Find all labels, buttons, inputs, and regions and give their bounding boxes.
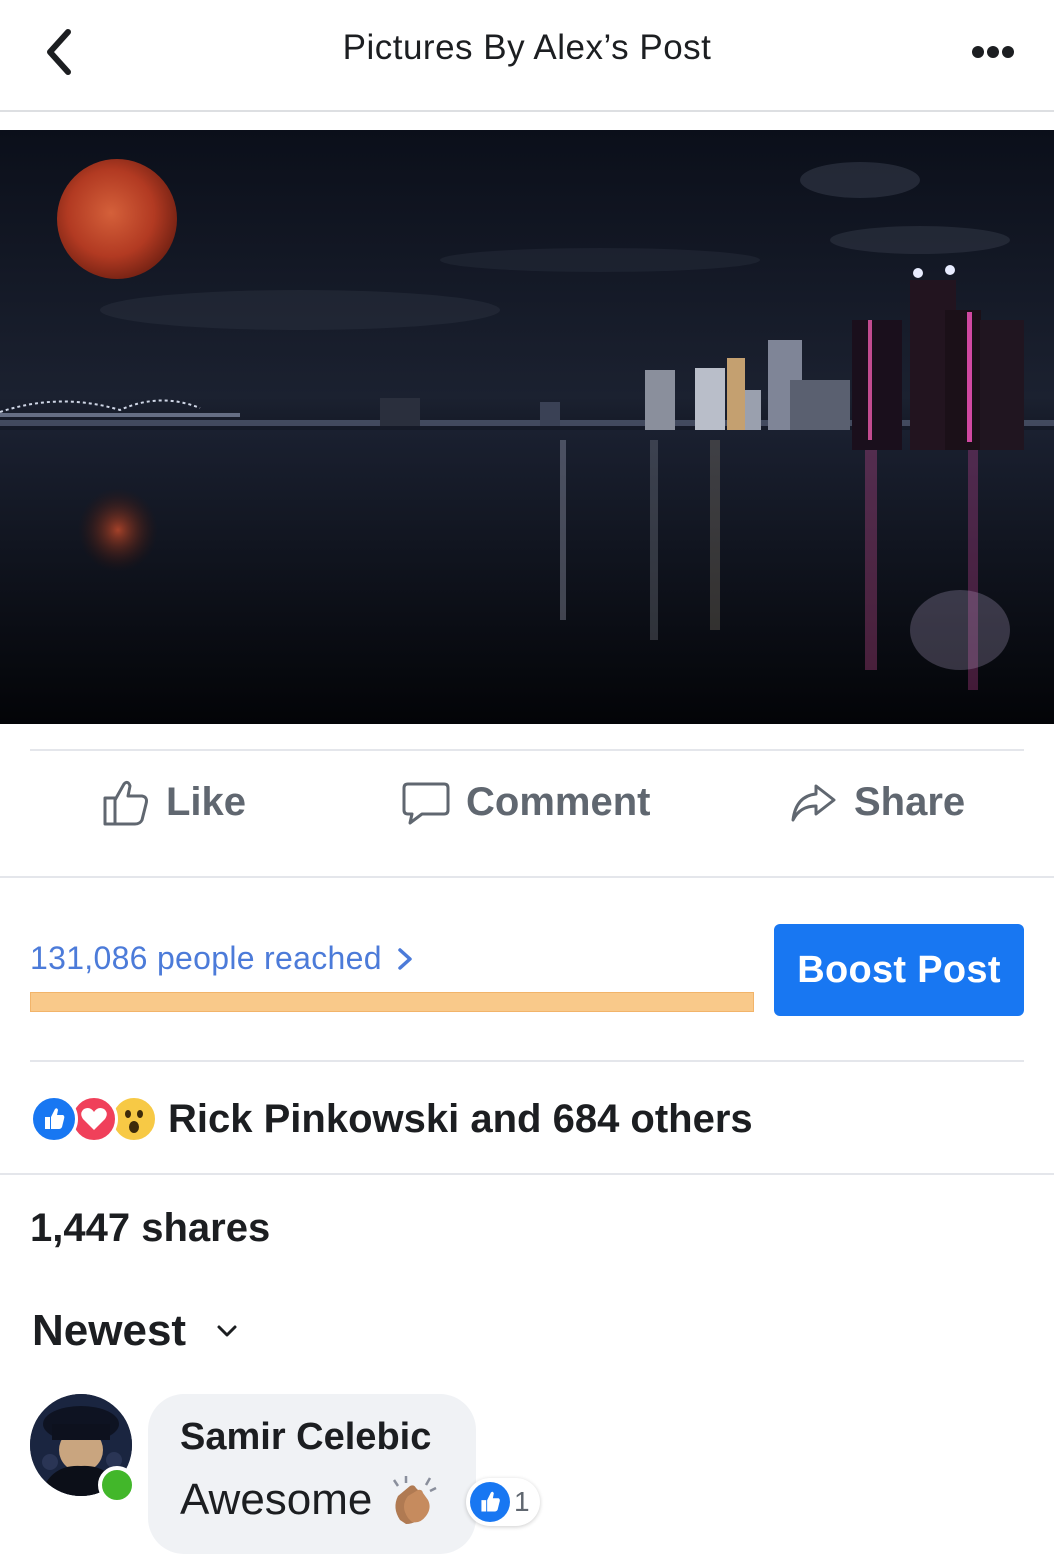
comment-like-count: 1 — [514, 1486, 530, 1517]
reach-insights-link[interactable]: 131,086 people reached — [30, 940, 420, 977]
page-title: Pictures By Alex’s Post — [342, 28, 712, 67]
more-options-button[interactable] — [960, 30, 1026, 74]
share-arrow-icon — [791, 784, 836, 822]
comment-button[interactable]: Comment — [400, 770, 650, 834]
thumbs-up-icon — [103, 780, 148, 826]
reactions-summary[interactable]: Rick Pinkowski and 684 others — [30, 1094, 753, 1144]
comment-body: Awesome — [180, 1475, 373, 1524]
comment-author-name[interactable]: Samir Celebic — [180, 1416, 431, 1459]
comment-sort-dropdown[interactable]: Newest — [32, 1306, 242, 1356]
divider — [0, 876, 1054, 878]
like-label: Like — [166, 779, 247, 824]
share-button[interactable]: Share — [788, 770, 965, 834]
like-button[interactable]: Like — [100, 770, 246, 834]
online-status-indicator — [98, 1466, 136, 1504]
like-reaction-icon — [470, 1482, 510, 1522]
sort-label: Newest — [32, 1306, 187, 1355]
comment-label: Comment — [466, 779, 651, 824]
night-city-skyline-image — [0, 130, 1054, 724]
reach-text: 131,086 people reached — [30, 940, 382, 976]
more-horizontal-icon — [972, 46, 1014, 58]
reach-progress-fill — [30, 992, 754, 1012]
divider — [0, 1173, 1054, 1175]
clapping-hands-icon — [393, 1476, 437, 1524]
like-reaction-icon — [30, 1095, 78, 1143]
shares-count[interactable]: 1,447 shares — [30, 1206, 270, 1251]
comment-reaction-badge[interactable]: 1 — [466, 1478, 540, 1526]
reactions-summary-text: Rick Pinkowski and 684 others — [168, 1096, 753, 1141]
chevron-down-icon — [217, 1325, 237, 1337]
divider — [30, 1060, 1024, 1062]
divider — [30, 749, 1024, 751]
comment-text: Awesome — [180, 1472, 442, 1528]
post-photo[interactable] — [0, 130, 1054, 724]
chevron-right-icon — [398, 947, 412, 970]
boost-post-button[interactable]: Boost Post — [774, 924, 1024, 1016]
share-label: Share — [854, 779, 966, 824]
speech-bubble-icon — [402, 782, 450, 825]
reach-progress-bar — [30, 992, 754, 1012]
